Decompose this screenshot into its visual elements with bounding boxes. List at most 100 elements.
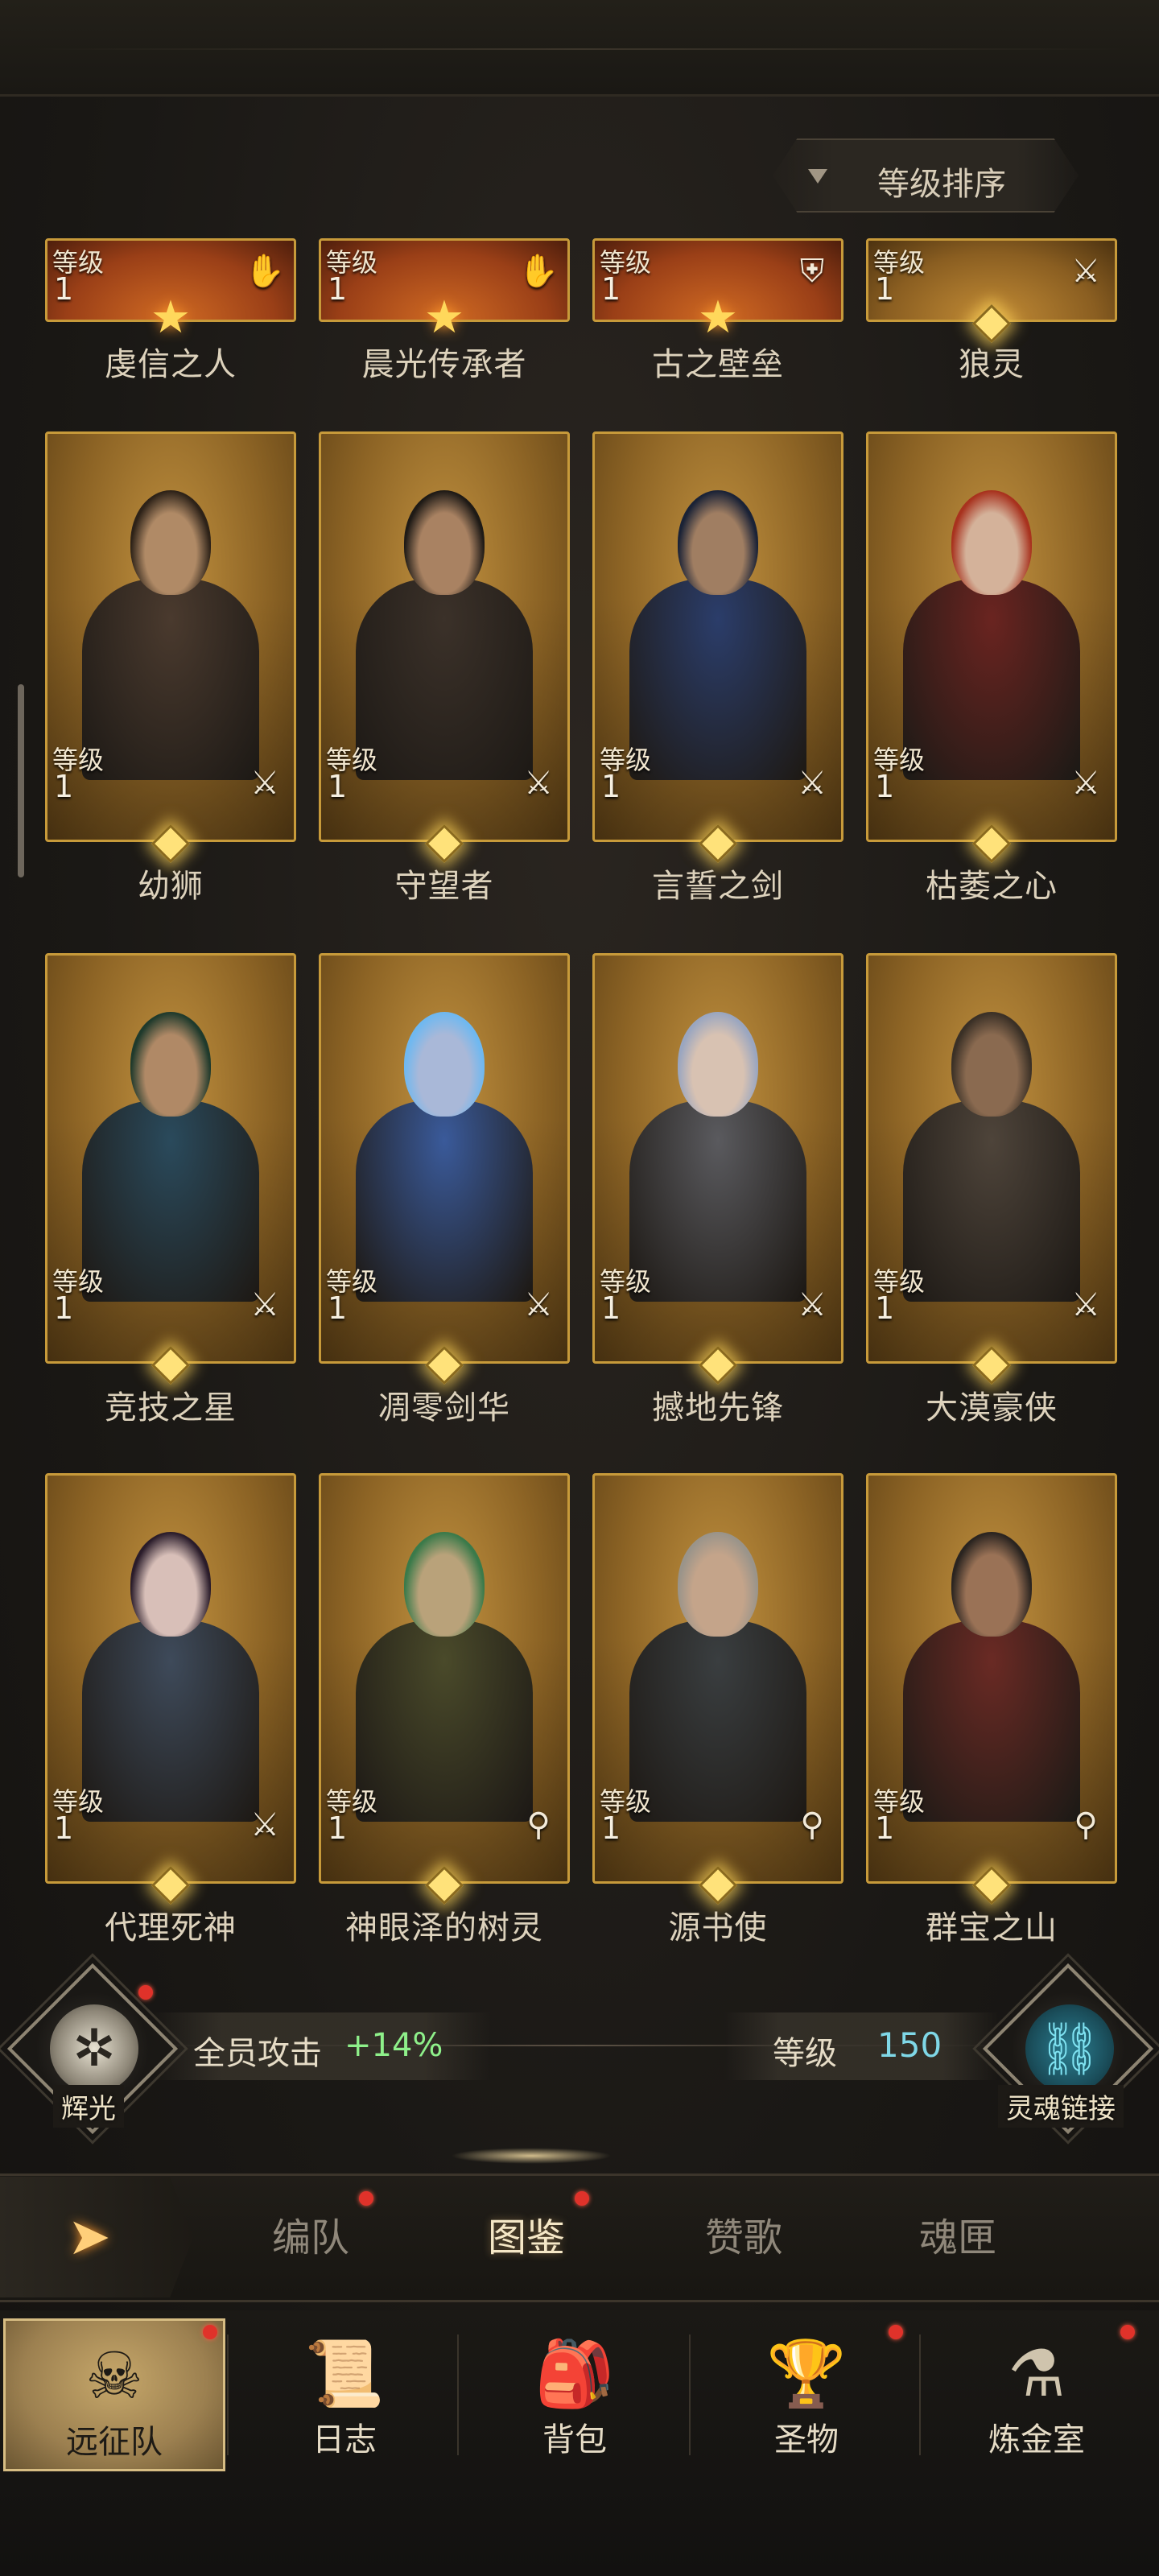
hero-card[interactable]: 等级 1 ⚔ — [866, 431, 1117, 864]
radiance-label: 辉光 — [53, 2085, 124, 2128]
hero-portrait — [903, 458, 1080, 780]
sword-icon: ⚔ — [250, 1286, 279, 1323]
nav-item-bag[interactable]: 🎒 背包 — [464, 2318, 686, 2471]
level-value: 1 — [875, 271, 895, 307]
hero-card[interactable]: 等级 1 ⚔ — [592, 953, 843, 1385]
hero-card[interactable]: 等级 1 ⚔ — [45, 953, 296, 1385]
radiance-icon[interactable]: ✲ — [50, 2004, 138, 2093]
soul-link-label: 灵魂链接 — [998, 2085, 1124, 2128]
hero-name: 竞技之星 — [105, 1389, 237, 1426]
portrait-body — [629, 579, 806, 780]
level-value: 1 — [601, 769, 621, 804]
hero-portrait — [82, 1500, 259, 1822]
portrait-head — [404, 490, 485, 595]
notification-dot — [203, 2325, 217, 2339]
hero-name: 狼灵 — [959, 346, 1025, 383]
portrait-body — [903, 1100, 1080, 1302]
rank-star-icon: ★ — [150, 291, 192, 344]
hero-name: 幼狮 — [138, 868, 204, 905]
hero-name: 守望者 — [394, 868, 494, 905]
sword-icon: ⚔ — [250, 765, 279, 802]
portrait-head — [951, 1012, 1032, 1117]
sword-icon: ⚔ — [524, 765, 553, 802]
level-value: 1 — [328, 271, 348, 307]
nav-label: 远征队 — [66, 2424, 163, 2461]
soul-link-icon[interactable]: ⛓ — [1025, 2004, 1114, 2093]
level-label: 等级 — [773, 2035, 837, 2072]
nav-label: 日志 — [312, 2421, 377, 2458]
hero-card[interactable]: 等级 1 ⛨ ★ — [592, 238, 843, 344]
level-value: 1 — [875, 1290, 895, 1326]
notification-dot — [359, 2191, 373, 2206]
tab-3[interactable]: 赞歌 — [705, 2206, 782, 2262]
hero-name: 古之壁垒 — [652, 346, 784, 383]
hero-portrait — [82, 980, 259, 1302]
scrollbar[interactable] — [18, 684, 24, 877]
hero-card[interactable]: 等级 1 ⚔ — [592, 431, 843, 864]
portrait-head — [404, 1012, 485, 1117]
alchemy-icon: ⚗ — [1008, 2336, 1066, 2411]
portrait-body — [629, 1100, 806, 1302]
hero-portrait — [82, 458, 259, 780]
hero-card[interactable]: 等级 1 ⚔ — [866, 953, 1117, 1385]
notification-dot — [575, 2191, 589, 2206]
hero-card[interactable]: 等级 1 ⚔ — [319, 431, 570, 864]
hero-name: 源书使 — [668, 1909, 768, 1946]
nav-item-alchemy[interactable]: ⚗ 炼金室 — [926, 2318, 1148, 2471]
portrait-body — [82, 1100, 259, 1302]
hero-card[interactable]: 等级 1 ⚔ — [45, 431, 296, 864]
portrait-head — [404, 1532, 485, 1637]
nav-item-helmet[interactable]: ☠ 远征队 — [3, 2318, 225, 2471]
sort-label: 等级排序 — [877, 166, 1006, 203]
hero-portrait — [903, 1500, 1080, 1822]
hero-portrait — [356, 980, 533, 1302]
portrait-body — [629, 1620, 806, 1822]
level-value: 1 — [328, 769, 348, 804]
hero-name: 言誓之剑 — [652, 868, 784, 905]
level-value: 1 — [328, 1290, 348, 1326]
hero-card[interactable]: 等级 1 ⚲ — [319, 1473, 570, 1905]
staff-icon: ⚲ — [526, 1806, 551, 1843]
hero-card[interactable]: 等级 1 ⚔ — [45, 1473, 296, 1905]
hero-name: 大漠豪侠 — [926, 1389, 1058, 1426]
attack-bonus-label: 全员攻击 — [193, 2035, 322, 2072]
tab-2[interactable]: 图鉴 — [488, 2206, 565, 2262]
nav-item-scroll[interactable]: 📜 日志 — [233, 2318, 456, 2471]
hero-card[interactable]: 等级 1 ⚔ — [319, 953, 570, 1385]
hero-portrait — [903, 980, 1080, 1302]
sort-by-level-button[interactable]: 等级排序 — [773, 138, 1079, 213]
portrait-body — [356, 1100, 533, 1302]
level-value: 1 — [54, 1290, 74, 1326]
helmet-icon: ☠ — [85, 2339, 143, 2413]
level-value: 1 — [601, 271, 621, 307]
nav-label: 炼金室 — [988, 2421, 1085, 2458]
level-value: 1 — [875, 1810, 895, 1846]
sword-icon: ⚔ — [250, 1806, 279, 1843]
nav-label: 圣物 — [774, 2421, 839, 2458]
level-value: 1 — [875, 769, 895, 804]
nav-divider — [457, 2334, 459, 2455]
hero-card[interactable]: 等级 1 ✋ ★ — [319, 238, 570, 344]
hero-name: 代理死神 — [105, 1909, 237, 1946]
hero-portrait — [629, 1500, 806, 1822]
portrait-body — [903, 579, 1080, 780]
nav-divider — [227, 2334, 229, 2455]
portrait-head — [678, 1012, 758, 1117]
tab-1[interactable]: 编队 — [272, 2206, 349, 2262]
tab-4[interactable]: 魂匣 — [919, 2206, 996, 2262]
nav-item-chalice[interactable]: 🏆 圣物 — [695, 2318, 918, 2471]
hero-name: 撼地先锋 — [652, 1389, 784, 1426]
hero-card[interactable]: 等级 1 ⚲ — [866, 1473, 1117, 1905]
hero-card[interactable]: 等级 1 ⚲ — [592, 1473, 843, 1905]
hero-card[interactable]: 等级 1 ✋ ★ — [45, 238, 296, 344]
chalice-icon: 🏆 — [766, 2336, 847, 2411]
portrait-head — [678, 1532, 758, 1637]
back-arrow-icon[interactable]: ➤ — [68, 2207, 111, 2267]
portrait-body — [82, 579, 259, 780]
portrait-head — [678, 490, 758, 595]
bag-icon: 🎒 — [534, 2336, 615, 2411]
dropdown-triangle-icon — [808, 169, 827, 184]
portrait-body — [356, 579, 533, 780]
hero-card[interactable]: 等级 1 ⚔ — [866, 238, 1117, 344]
sword-icon: ⚔ — [1071, 253, 1100, 290]
